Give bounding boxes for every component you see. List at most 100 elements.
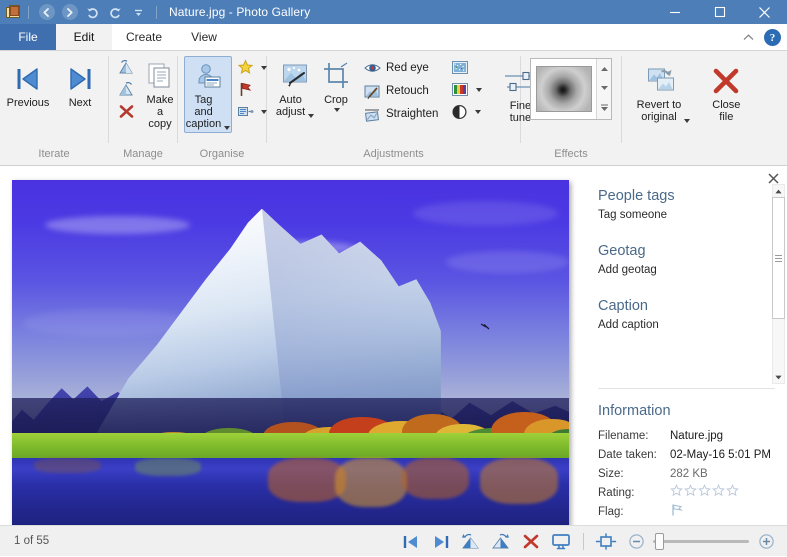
details-panel-scrollbar[interactable] — [772, 184, 785, 384]
group-label-adjustments: Adjustments — [363, 148, 424, 160]
zoom-out-button[interactable] — [623, 530, 649, 554]
revert-to-original-button[interactable]: Revert to original — [631, 61, 697, 126]
rotate-counterclockwise-button[interactable] — [458, 530, 484, 554]
info-row-filename: Filename: Nature.jpg — [598, 427, 787, 446]
effects-gallery[interactable] — [530, 58, 612, 120]
flag-button[interactable] — [234, 79, 270, 100]
color-adjust-icon — [451, 82, 469, 97]
tab-edit[interactable]: Edit — [56, 24, 112, 50]
effect-thumbnail-grayscale[interactable] — [531, 59, 597, 119]
chevron-down-icon[interactable] — [224, 126, 231, 130]
status-bar-controls — [398, 526, 779, 557]
scroll-up-button[interactable] — [772, 185, 785, 197]
star-icon[interactable] — [712, 484, 725, 497]
caption-heading: Caption — [598, 298, 648, 314]
exposure-button[interactable] — [448, 101, 485, 122]
info-row-rating: Rating: — [598, 484, 787, 503]
crop-button[interactable]: Crop — [318, 56, 354, 115]
delete-button[interactable] — [518, 530, 544, 554]
previous-button[interactable]: Previous — [5, 59, 51, 112]
retouch-icon — [364, 84, 381, 99]
toolbar-divider — [28, 5, 29, 19]
info-row-flag: Flag: — [598, 503, 787, 522]
star-icon[interactable] — [670, 484, 683, 497]
slideshow-button[interactable] — [548, 530, 574, 554]
adjustments-small-buttons: Red eye Retouch Straighten — [359, 56, 443, 125]
chevron-down-icon[interactable] — [475, 109, 482, 114]
star-icon[interactable] — [684, 484, 697, 497]
forward-button[interactable] — [60, 3, 79, 22]
red-eye-button[interactable]: Red eye — [359, 57, 443, 79]
zoom-in-button[interactable] — [753, 530, 779, 554]
maximize-button[interactable] — [697, 0, 742, 24]
straighten-icon — [364, 107, 381, 122]
help-button[interactable]: ? — [764, 29, 781, 46]
gallery-more-icon[interactable] — [600, 104, 609, 112]
tag-someone-link[interactable]: Tag someone — [598, 209, 787, 221]
ribbon-group-iterate: Previous Next Iterate — [0, 51, 108, 165]
retouch-button[interactable]: Retouch — [359, 80, 443, 102]
chevron-down-icon[interactable] — [476, 87, 483, 92]
noise-reduction-icon — [451, 60, 469, 75]
chevron-up-icon[interactable] — [740, 30, 756, 46]
tab-view[interactable]: View — [176, 24, 232, 50]
rotate-left-button[interactable] — [115, 57, 138, 78]
zoom-slider-thumb[interactable] — [655, 533, 664, 550]
chevron-down-icon[interactable] — [684, 119, 691, 123]
gallery-down-icon[interactable] — [600, 85, 609, 91]
next-icon — [65, 62, 95, 96]
add-geotag-link[interactable]: Add geotag — [598, 264, 787, 276]
close-button[interactable] — [742, 0, 787, 24]
star-icon[interactable] — [698, 484, 711, 497]
noise-reduction-button[interactable] — [448, 57, 485, 78]
group-label-organise: Organise — [199, 148, 245, 160]
color-adjust-button[interactable] — [448, 79, 485, 100]
toolbar-divider-2 — [156, 5, 157, 19]
copy-icon — [145, 59, 175, 93]
flag-icon[interactable] — [670, 503, 684, 517]
information-heading: Information — [598, 403, 671, 419]
tag-and-caption-button[interactable]: Tag and caption — [184, 56, 232, 133]
zoom-slider[interactable] — [653, 533, 749, 550]
star-icon[interactable] — [726, 484, 739, 497]
photo-gallery-window: Nature.jpg - Photo Gallery File Edit Cre… — [0, 0, 787, 556]
scrollbar-thumb[interactable] — [772, 197, 785, 319]
information-section: Information Filename: Nature.jpg Date ta… — [586, 389, 787, 522]
ribbon: Previous Next Iterate Make a copy Manage… — [0, 51, 787, 166]
redo-button[interactable] — [106, 3, 125, 22]
rating-button[interactable] — [234, 57, 270, 78]
rotate-clockwise-button[interactable] — [488, 530, 514, 554]
fit-to-window-button[interactable] — [593, 530, 619, 554]
status-previous-button[interactable] — [398, 530, 424, 554]
group-label-file-actions — [622, 147, 757, 165]
auto-adjust-button[interactable]: Auto adjust — [273, 56, 317, 121]
image-canvas[interactable] — [0, 166, 585, 537]
scroll-down-button[interactable] — [772, 371, 785, 383]
ribbon-group-effects: Effects — [521, 51, 621, 165]
make-a-copy-button[interactable]: Make a copy — [140, 56, 180, 133]
photo-canvas[interactable] — [12, 180, 569, 537]
chevron-down-icon[interactable] — [308, 114, 315, 118]
chevron-down-icon[interactable] — [334, 108, 340, 112]
back-button[interactable] — [37, 3, 56, 22]
undo-button[interactable] — [83, 3, 102, 22]
tab-file[interactable]: File — [0, 24, 56, 50]
status-next-button[interactable] — [428, 530, 454, 554]
star-rating-control[interactable] — [670, 484, 739, 497]
straighten-button[interactable]: Straighten — [359, 103, 443, 125]
geotag-heading: Geotag — [598, 243, 646, 259]
close-file-button[interactable]: Close file — [704, 61, 748, 126]
tag-person-icon — [193, 59, 223, 93]
minimize-button[interactable] — [652, 0, 697, 24]
gallery-up-icon[interactable] — [600, 66, 609, 72]
tab-create[interactable]: Create — [112, 24, 176, 50]
customize-quick-access-button[interactable] — [129, 3, 148, 22]
rotate-left-icon — [118, 59, 135, 76]
add-caption-link[interactable]: Add caption — [598, 319, 787, 331]
previous-label: Previous — [6, 97, 50, 109]
rotate-right-button[interactable] — [115, 79, 138, 100]
delete-button[interactable] — [115, 101, 138, 122]
scrollbar-track[interactable] — [772, 197, 785, 371]
caption-tag-button[interactable] — [234, 101, 270, 122]
next-button[interactable]: Next — [57, 59, 103, 112]
